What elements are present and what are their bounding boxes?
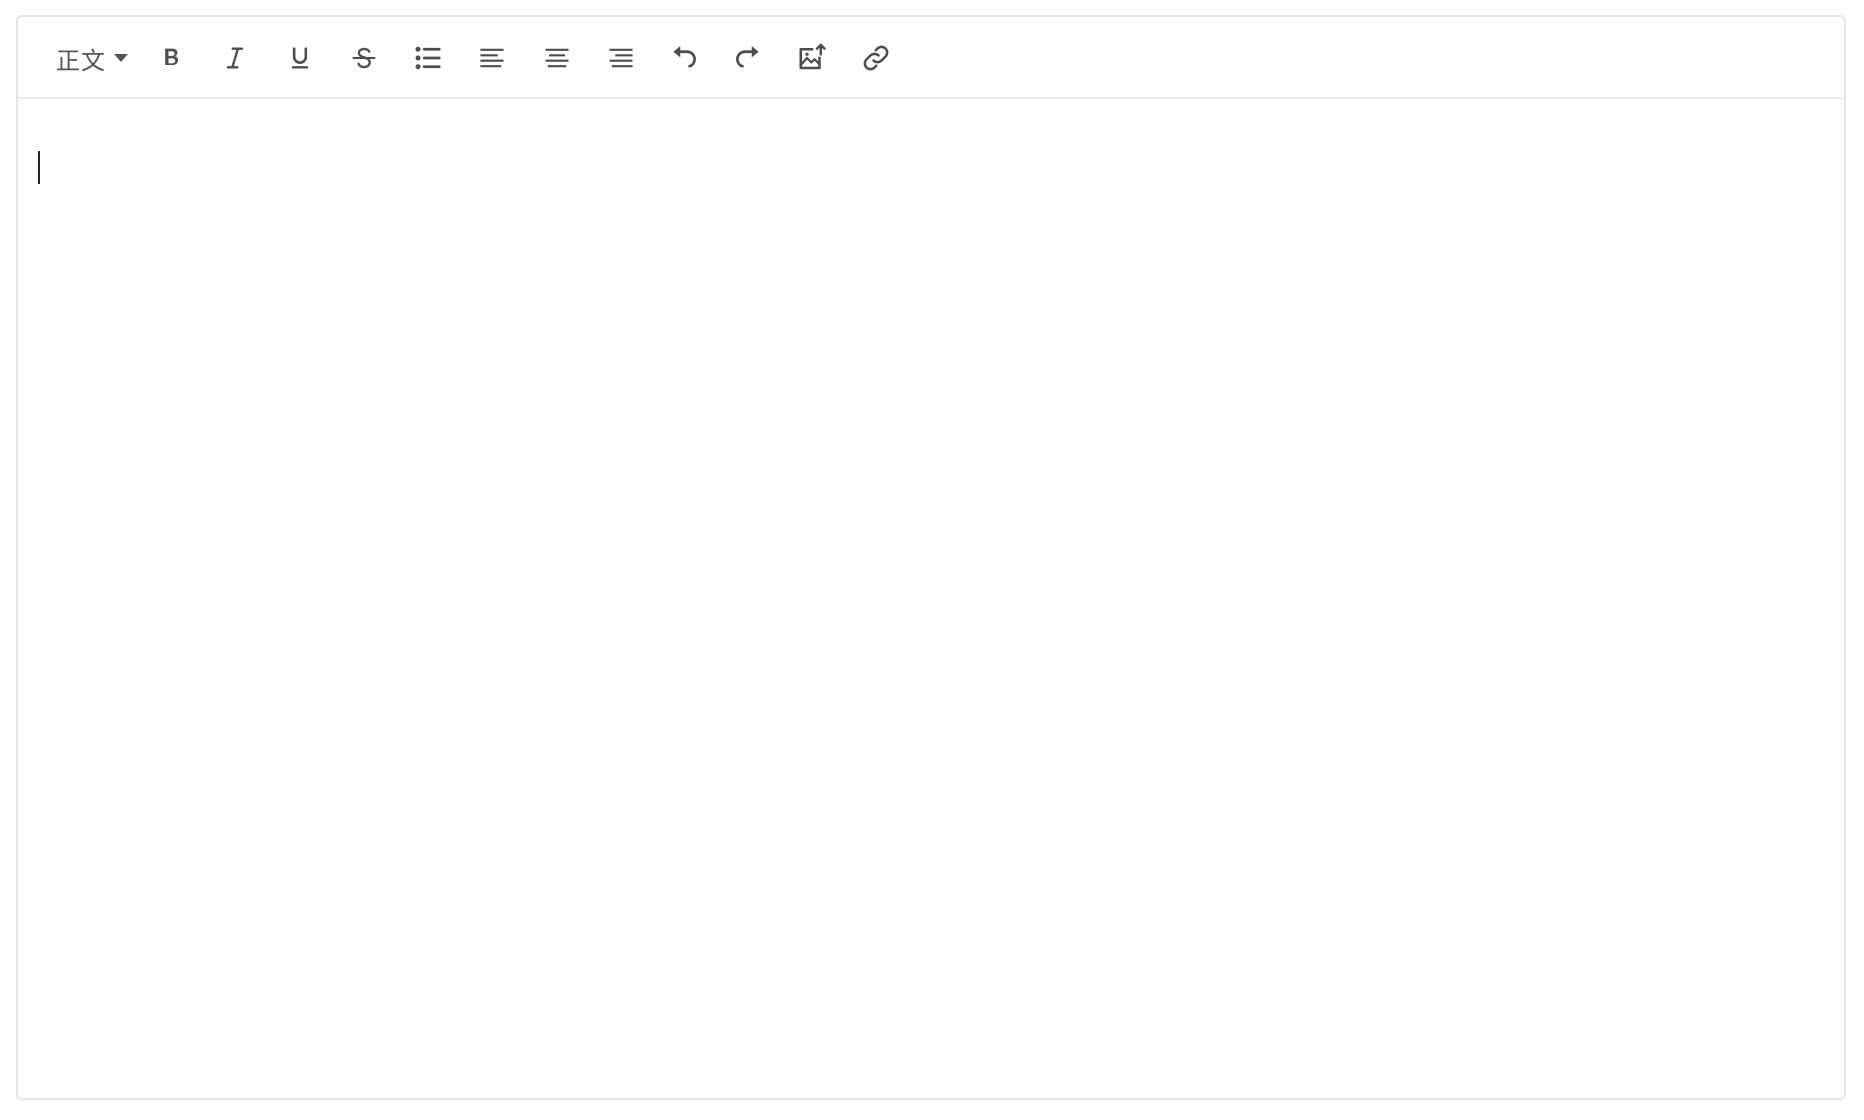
strikethrough-icon (352, 47, 376, 69)
caret-down-icon (114, 54, 128, 62)
bulleted-list-icon (415, 46, 441, 70)
align-center-icon (545, 48, 569, 68)
bulleted-list-button[interactable] (405, 35, 451, 81)
redo-button[interactable] (725, 35, 771, 81)
link-icon (863, 45, 889, 71)
insert-link-button[interactable] (853, 35, 899, 81)
align-left-icon (480, 48, 504, 68)
align-right-icon (609, 48, 633, 68)
heading-style-value: 正文 (56, 46, 106, 75)
editor-content-area[interactable] (18, 99, 1844, 1098)
bold-icon (165, 48, 179, 65)
image-upload-icon (799, 43, 826, 70)
bold-button[interactable] (148, 35, 194, 81)
align-center-button[interactable] (534, 35, 580, 81)
heading-style-select[interactable]: 正文 (56, 35, 156, 81)
italic-button[interactable] (212, 35, 258, 81)
undo-button[interactable] (661, 35, 707, 81)
strikethrough-button[interactable] (341, 35, 387, 81)
undo-icon (673, 46, 697, 68)
underline-icon (291, 47, 309, 69)
text-cursor (38, 151, 40, 184)
rich-text-editor: 正文 (16, 15, 1846, 1100)
redo-icon (735, 46, 759, 68)
editor-toolbar: 正文 (18, 17, 1844, 99)
insert-image-button[interactable] (789, 35, 835, 81)
italic-icon (226, 47, 244, 69)
align-right-button[interactable] (598, 35, 644, 81)
align-left-button[interactable] (469, 35, 515, 81)
underline-button[interactable] (277, 35, 323, 81)
